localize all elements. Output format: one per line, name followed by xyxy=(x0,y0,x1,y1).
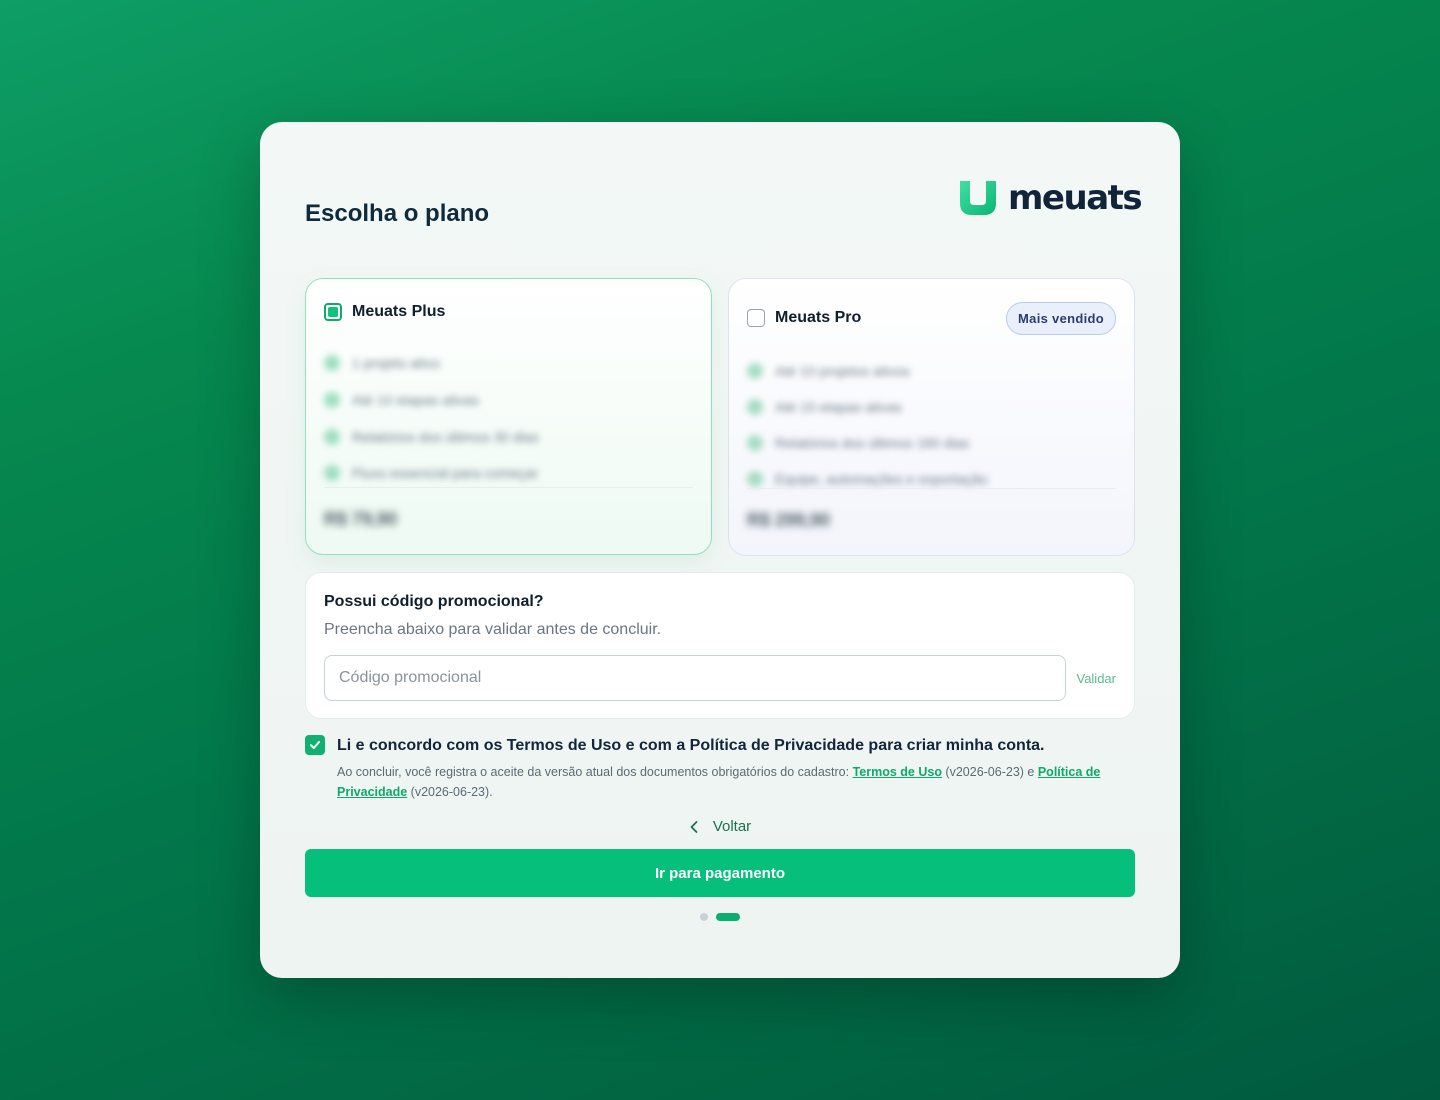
terms-detail: Ao concluir, você registra o aceite da v… xyxy=(337,765,1101,799)
check-circle-icon xyxy=(747,399,763,415)
check-circle-icon xyxy=(747,435,763,451)
promo-subtitle: Preencha abaixo para validar antes de co… xyxy=(324,621,662,638)
signup-card: Escolha o plano meuats Meuats Plus 1 pro… xyxy=(260,122,1180,978)
feature-item: Equipe, automações e exportação xyxy=(747,461,1116,497)
divider xyxy=(747,488,1116,489)
step-indicator xyxy=(260,913,1180,921)
plan-name: Meuats Pro xyxy=(775,309,862,326)
check-circle-icon xyxy=(747,363,763,379)
terms-label[interactable]: Li e concordo com os Termos de Uso e com… xyxy=(337,735,1135,757)
feature-item: Relatórios dos últimos 30 dias xyxy=(324,418,693,455)
plan-card-plus[interactable]: Meuats Plus 1 projeto ativo Até 10 etapa… xyxy=(305,278,712,555)
promo-title: Possui código promocional? xyxy=(324,593,544,610)
logo-text: meuats xyxy=(1008,178,1143,218)
check-circle-icon xyxy=(324,392,340,409)
divider xyxy=(324,487,693,488)
chevron-left-icon xyxy=(690,820,698,833)
plan-price: R$ 299,90 xyxy=(747,510,831,530)
check-circle-icon xyxy=(324,428,340,445)
check-circle-icon xyxy=(747,471,763,487)
back-button[interactable]: Voltar xyxy=(260,818,1180,835)
validate-button[interactable]: Validar xyxy=(1076,671,1116,686)
checkmark-icon xyxy=(310,741,320,749)
terms-agreement: Li e concordo com os Termos de Uso e com… xyxy=(305,735,1135,802)
feature-item: Até 10 projetos ativos xyxy=(747,353,1116,389)
terms-checkbox[interactable] xyxy=(305,735,325,755)
step-dot-active xyxy=(716,913,740,921)
promo-code-section: Possui código promocional? Preencha abai… xyxy=(305,572,1135,719)
best-seller-badge: Mais vendido xyxy=(1006,301,1116,335)
page-title: Escolha o plano xyxy=(305,200,490,227)
back-label: Voltar xyxy=(712,818,752,835)
check-circle-icon xyxy=(324,355,340,372)
terms-of-use-link[interactable]: Termos de Uso xyxy=(853,765,942,779)
feature-item: 1 projeto ativo xyxy=(324,345,693,382)
plan-price: R$ 79,90 xyxy=(324,509,398,529)
plan-feature-list: 1 projeto ativo Até 10 etapas ativas Rel… xyxy=(324,345,693,492)
promo-code-input[interactable] xyxy=(324,655,1067,701)
brand-logo: meuats xyxy=(960,178,1143,218)
plan-card-pro[interactable]: Meuats Pro Mais vendido Até 10 projetos … xyxy=(728,278,1135,556)
feature-item: Até 10 etapas ativas xyxy=(324,382,693,419)
plan-radio-pro[interactable] xyxy=(747,309,765,327)
step-dot xyxy=(700,913,708,921)
feature-item: Relatórios dos últimos 180 dias xyxy=(747,425,1116,461)
plan-radio-plus[interactable] xyxy=(324,303,342,321)
plan-name: Meuats Plus xyxy=(352,303,446,320)
plan-feature-list: Até 10 projetos ativos Até 15 etapas ati… xyxy=(747,353,1116,497)
logo-mark-icon xyxy=(960,181,996,215)
check-circle-icon xyxy=(324,465,340,482)
feature-item: Até 15 etapas ativas xyxy=(747,389,1116,425)
go-to-payment-button[interactable]: Ir para pagamento xyxy=(305,849,1135,897)
